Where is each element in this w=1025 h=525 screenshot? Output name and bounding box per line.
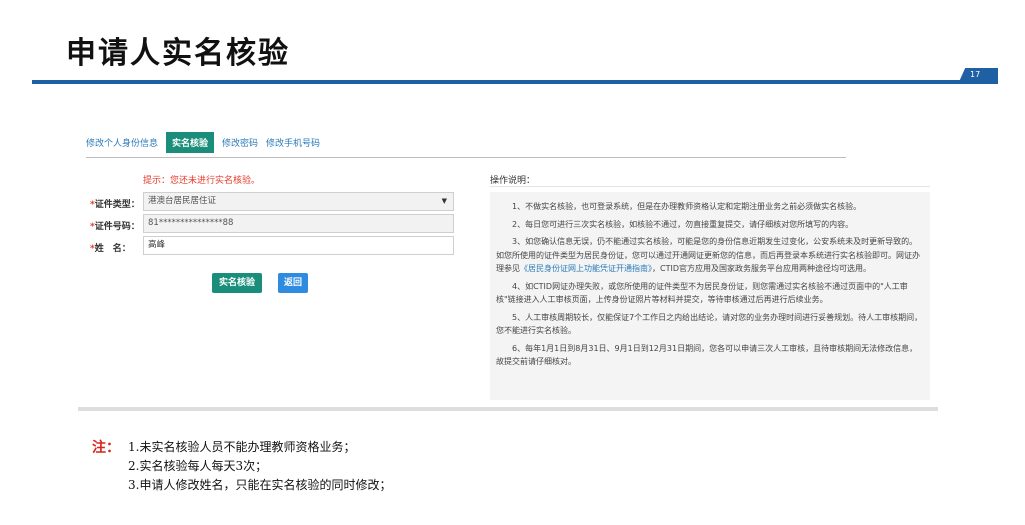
verify-hint: 提示：您还未进行实名核验。 — [143, 176, 261, 186]
tab-bar: 修改个人身份信息 实名核验 修改密码 修改手机号码 — [86, 131, 328, 153]
title-underline — [32, 80, 972, 84]
id-type-select[interactable]: 港澳台居民居住证 ▼ — [143, 192, 454, 211]
eid-guide-link[interactable]: 《居民身份证网上功能凭证开通指南》 — [520, 264, 652, 273]
tab-change-phone[interactable]: 修改手机号码 — [266, 136, 320, 149]
dropdown-arrow-icon: ▼ — [441, 197, 447, 205]
name-field[interactable]: 高峰 — [143, 236, 454, 255]
id-number-field[interactable]: 81***************88 — [143, 214, 454, 233]
tab-edit-identity[interactable]: 修改个人身份信息 — [86, 136, 158, 149]
id-type-label: *证件类型： — [90, 200, 140, 210]
id-number-label: *证件号码： — [90, 222, 140, 232]
instruction-item: 2、每日您可进行三次实名核验，如核验不通过，勿直接重复提交，请仔细核对您所填写的… — [512, 219, 854, 229]
tab-real-name-verify[interactable]: 实名核验 — [166, 131, 215, 153]
instructions-divider — [490, 186, 930, 187]
note-item: 1.未实名核验人员不能办理教师资格业务； — [128, 440, 356, 454]
instructions-panel: 1、不做实名核验，也可登录系统，但是在办理教师资格认定和定期注册业务之前必须做实… — [490, 192, 930, 400]
instructions-title: 操作说明： — [490, 176, 536, 186]
tab-change-password[interactable]: 修改密码 — [222, 136, 258, 149]
tab-divider — [86, 157, 846, 158]
content-bottom-divider — [78, 407, 938, 411]
note-item: 2.实名核验每人每天3次； — [128, 459, 268, 473]
page-number: 17 — [970, 70, 981, 79]
verify-button[interactable]: 实名核验 — [212, 273, 262, 293]
note-item: 3.申请人修改姓名，只能在实名核验的同时修改； — [128, 478, 392, 492]
instruction-item: 4、如CTID网证办理失败，或您所使用的证件类型不为居民身份证，则您需通过实名核… — [496, 281, 908, 305]
note-label: 注： — [92, 440, 120, 456]
instruction-item: 3、如您确认信息无误，仍不能通过实名核验，可能是您的身份信息近期发生过变化，公安… — [496, 237, 920, 273]
slide-title: 申请人实名核验 — [66, 36, 290, 71]
back-button[interactable]: 返回 — [278, 273, 308, 293]
instruction-item: 1、不做实名核验，也可登录系统，但是在办理教师资格认定和定期注册业务之前必须做实… — [512, 202, 862, 211]
instruction-item: 5、人工审核周期较长，仅能保证7个工作日之内给出结论，请对您的业务办理时间进行妥… — [496, 312, 923, 336]
instruction-item: 6、每年1月1日到8月31日、9月1日到12月31日期间，您各可以申请三次人工审… — [496, 343, 918, 367]
name-label: *姓 名： — [90, 244, 131, 254]
